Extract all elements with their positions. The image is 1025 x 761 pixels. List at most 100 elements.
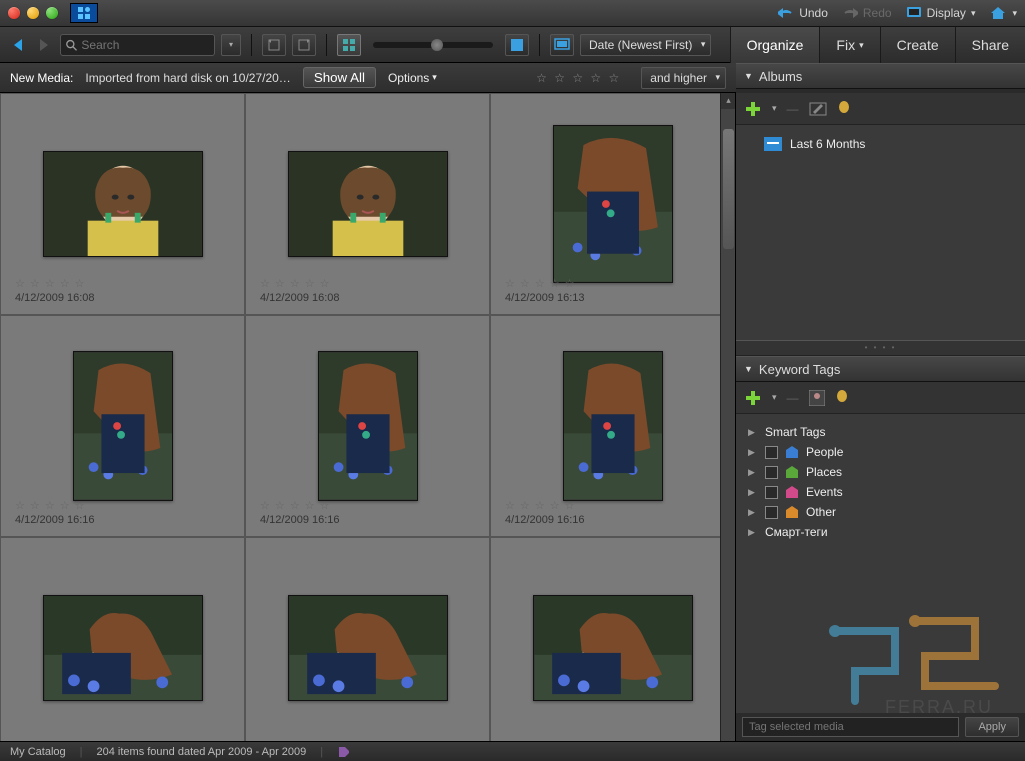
minimize-window-button[interactable] bbox=[27, 7, 39, 19]
rotate-ccw-button[interactable] bbox=[262, 34, 286, 56]
fullscreen-button[interactable] bbox=[550, 34, 574, 56]
home-button[interactable]: ▾ bbox=[989, 5, 1017, 21]
rating-stars[interactable]: ☆ ☆ ☆ ☆ ☆ bbox=[15, 277, 95, 290]
rating-stars[interactable]: ☆ ☆ ☆ ☆ ☆ bbox=[505, 499, 585, 512]
rating-condition-dropdown[interactable]: and higher bbox=[641, 67, 726, 89]
thumbnail-image[interactable] bbox=[288, 595, 448, 701]
thumbnail-cell[interactable]: ☆ ☆ ☆ ☆ ☆ 4/12/2009 16:16 bbox=[0, 315, 245, 537]
tag-thumb-icon[interactable] bbox=[809, 390, 825, 406]
thumbnail-image[interactable] bbox=[553, 125, 673, 283]
thumbnail-date: 4/12/2009 16:16 bbox=[15, 514, 95, 526]
add-dropdown-icon[interactable]: ▾ bbox=[772, 103, 777, 114]
thumbnail-image[interactable] bbox=[288, 151, 448, 257]
divider bbox=[539, 34, 540, 56]
divider bbox=[251, 34, 252, 56]
thumbnail-image[interactable] bbox=[43, 595, 203, 701]
tag-category[interactable]: ▶Places bbox=[748, 462, 1013, 482]
nav-back-button[interactable] bbox=[8, 34, 30, 56]
edit-album-button[interactable] bbox=[809, 102, 827, 116]
single-view-button[interactable] bbox=[505, 34, 529, 56]
rating-stars[interactable]: ☆ ☆ ☆ ☆ ☆ bbox=[505, 277, 585, 290]
album-icon bbox=[764, 137, 782, 151]
tag-category[interactable]: ▶Other bbox=[748, 502, 1013, 522]
grid-view-button[interactable] bbox=[337, 34, 361, 56]
catalog-label[interactable]: My Catalog bbox=[10, 746, 66, 758]
remove-tag-button[interactable]: — bbox=[787, 391, 799, 405]
tag-checkbox[interactable] bbox=[765, 486, 778, 499]
tag-checkbox[interactable] bbox=[765, 446, 778, 459]
thumbnail-image[interactable] bbox=[318, 351, 418, 501]
thumbnail-meta: ☆ ☆ ☆ ☆ ☆4/12/2009 16:08 bbox=[260, 277, 340, 304]
search-field[interactable] bbox=[60, 34, 215, 56]
albums-panel-header[interactable]: ▼ Albums bbox=[736, 63, 1025, 89]
scroll-thumb[interactable] bbox=[723, 129, 734, 249]
add-tag-button[interactable] bbox=[744, 389, 762, 407]
thumbnail-size-slider[interactable] bbox=[373, 42, 493, 48]
close-window-button[interactable] bbox=[8, 7, 20, 19]
album-item[interactable]: Last 6 Months bbox=[748, 133, 1013, 155]
search-input[interactable] bbox=[81, 38, 210, 52]
app-switcher-button[interactable] bbox=[70, 3, 98, 23]
main-toolbar: ▾ Date (Newest First) bbox=[0, 27, 730, 63]
thumbnail-cell[interactable] bbox=[245, 537, 490, 741]
tag-checkbox[interactable] bbox=[765, 466, 778, 479]
tag-apply-row: Apply bbox=[736, 713, 1025, 741]
thumbnail-image[interactable] bbox=[73, 351, 173, 501]
thumbnail-cell[interactable]: ☆ ☆ ☆ ☆ ☆4/12/2009 16:08 bbox=[245, 93, 490, 315]
tab-fix[interactable]: Fix▾ bbox=[819, 27, 879, 63]
tag-category[interactable]: ▶Events bbox=[748, 482, 1013, 502]
tag-mode-icon[interactable] bbox=[337, 745, 349, 759]
thumbnail-cell[interactable]: ☆ ☆ ☆ ☆ ☆4/12/2009 16:13 bbox=[490, 93, 735, 315]
undo-button[interactable]: Undo bbox=[778, 6, 828, 20]
tag-label: Other bbox=[806, 505, 836, 519]
rating-filter[interactable]: ☆ ☆ ☆ ☆ ☆ bbox=[536, 71, 621, 85]
undo-label: Undo bbox=[799, 6, 828, 20]
redo-button[interactable]: Redo bbox=[842, 6, 892, 20]
tag-smart-ru[interactable]: ▶Смарт-теги bbox=[748, 522, 1013, 542]
search-options-dropdown[interactable]: ▾ bbox=[221, 34, 241, 56]
thumbnail-cell[interactable]: ☆ ☆ ☆ ☆ ☆4/12/2009 16:08 bbox=[0, 93, 245, 315]
panel-resizer[interactable]: • • • • bbox=[736, 340, 1025, 356]
grid-scrollbar[interactable]: ▴ bbox=[720, 93, 736, 741]
add-tag-dropdown-icon[interactable]: ▾ bbox=[772, 392, 777, 403]
scroll-up-button[interactable]: ▴ bbox=[721, 93, 736, 109]
rating-stars[interactable]: ☆ ☆ ☆ ☆ ☆ bbox=[15, 499, 95, 512]
hint-icon[interactable] bbox=[837, 100, 851, 118]
home-icon bbox=[989, 5, 1007, 21]
tab-organize[interactable]: Organize bbox=[730, 27, 820, 63]
redo-icon bbox=[842, 6, 858, 20]
show-all-button[interactable]: Show All bbox=[303, 67, 376, 88]
tag-checkbox[interactable] bbox=[765, 506, 778, 519]
nav-forward-button[interactable] bbox=[32, 34, 54, 56]
thumbnail-image[interactable] bbox=[533, 595, 693, 701]
rating-stars[interactable]: ☆ ☆ ☆ ☆ ☆ bbox=[260, 277, 340, 290]
tab-share[interactable]: Share bbox=[955, 27, 1025, 63]
add-album-button[interactable] bbox=[744, 100, 762, 118]
tag-smart[interactable]: ▶Smart Tags bbox=[748, 422, 1013, 442]
keyword-panel-header[interactable]: ▼ Keyword Tags bbox=[736, 356, 1025, 382]
thumbnail-cell[interactable]: ☆ ☆ ☆ ☆ ☆4/12/2009 16:16 bbox=[245, 315, 490, 537]
thumbnail-meta: ☆ ☆ ☆ ☆ ☆4/12/2009 16:08 bbox=[15, 277, 95, 304]
albums-toolbar: ▾ — bbox=[736, 93, 1025, 125]
remove-album-button[interactable]: — bbox=[787, 102, 799, 116]
sort-dropdown[interactable]: Date (Newest First) bbox=[580, 34, 711, 56]
collapse-icon: ▼ bbox=[744, 71, 753, 81]
apply-tag-button[interactable]: Apply bbox=[965, 717, 1019, 737]
display-icon bbox=[906, 6, 922, 20]
tag-category[interactable]: ▶People bbox=[748, 442, 1013, 462]
thumbnail-image[interactable] bbox=[563, 351, 663, 501]
thumbnail-cell[interactable] bbox=[490, 537, 735, 741]
thumbnail-image[interactable] bbox=[43, 151, 203, 257]
display-menu-button[interactable]: Display ▾ bbox=[906, 6, 976, 20]
tab-create[interactable]: Create bbox=[880, 27, 955, 63]
zoom-window-button[interactable] bbox=[46, 7, 58, 19]
filter-prefix: New Media: bbox=[10, 71, 73, 85]
rotate-cw-button[interactable] bbox=[292, 34, 316, 56]
category-icon bbox=[785, 485, 799, 499]
tag-input[interactable] bbox=[742, 717, 959, 737]
hint-icon[interactable] bbox=[835, 389, 849, 407]
thumbnail-cell[interactable] bbox=[0, 537, 245, 741]
thumbnail-cell[interactable]: ☆ ☆ ☆ ☆ ☆4/12/2009 16:16 bbox=[490, 315, 735, 537]
options-menu[interactable]: Options ▾ bbox=[388, 71, 437, 85]
rating-stars[interactable]: ☆ ☆ ☆ ☆ ☆ bbox=[260, 499, 340, 512]
